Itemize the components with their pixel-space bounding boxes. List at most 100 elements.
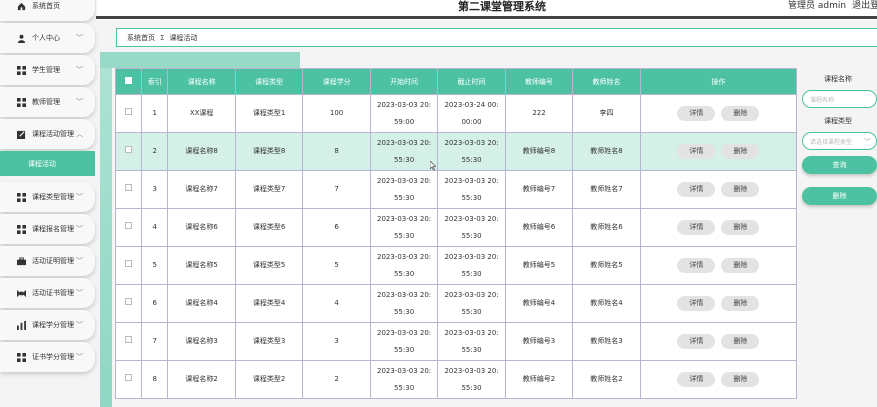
row-checkbox[interactable] (114, 94, 143, 133)
delete-button[interactable]: 删除 (721, 144, 760, 159)
cell-course-name: 课程名称5 (167, 246, 236, 285)
cell-course-type: 课程类型5 (234, 246, 304, 285)
select-all-checkbox[interactable] (114, 68, 143, 95)
chevron-down-icon: ﹀ (76, 289, 83, 297)
cell-index: 8 (141, 360, 169, 399)
bar-chart-icon (16, 320, 26, 330)
cell-index: 2 (141, 132, 169, 171)
query-button[interactable]: 查询 (802, 156, 877, 174)
sidebar-item-teachers[interactable]: 教师管理 ﹀ (0, 87, 95, 117)
row-checkbox[interactable] (114, 132, 143, 171)
cell-actions: 详情 删除 (639, 284, 798, 323)
sidebar-item-course-activities[interactable]: 课程活动管理 ︿ (0, 119, 95, 149)
decorative-band (100, 68, 112, 407)
column-header: 截止时间 (437, 68, 506, 95)
sidebar-item-course-enrollment[interactable]: 课程报名管理 ﹀ (0, 214, 95, 244)
sidebar-item-activity-certificate[interactable]: 活动证书管理 ﹀ (0, 278, 95, 308)
detail-button[interactable]: 详情 (677, 220, 716, 235)
cell-actions: 详情 删除 (639, 94, 798, 133)
sidebar-item-label: 系统首页 (32, 2, 60, 10)
delete-button[interactable]: 删除 (721, 334, 760, 349)
detail-button[interactable]: 详情 (677, 144, 716, 159)
cell-teacher-no: 教师编号7 (504, 170, 574, 209)
grid-icon (16, 65, 26, 75)
delete-button[interactable]: 删除 (721, 258, 760, 273)
cell-credit: 7 (302, 170, 371, 209)
course-activity-table: 索引 课程名称 课程类型 课程学分 开始时间 截止时间 教师编号 教师姓名 操作… (114, 68, 798, 399)
sidebar-item-course-types[interactable]: 课程类型管理 ﹀ (0, 182, 95, 212)
detail-button[interactable]: 详情 (677, 182, 716, 197)
detail-button[interactable]: 详情 (677, 372, 716, 387)
cell-teacher-no: 教师编号6 (504, 208, 574, 247)
row-checkbox[interactable] (114, 360, 143, 399)
cell-actions: 详情 删除 (639, 360, 798, 399)
end-clock: 55:30 (461, 345, 482, 354)
detail-button[interactable]: 详情 (677, 106, 716, 121)
edit-icon (16, 129, 26, 139)
query-button-label: 查询 (832, 161, 847, 169)
column-header: 课程类型 (234, 68, 304, 95)
delete-button[interactable]: 删除 (721, 372, 760, 387)
course-type-select[interactable]: 请选择课程类型 ﹀ (802, 132, 877, 150)
cell-teacher-name: 教师姓名7 (572, 170, 641, 209)
home-icon (16, 1, 26, 11)
start-date: 2023-03-03 20: (376, 176, 432, 185)
end-clock: 55:30 (461, 307, 482, 316)
detail-button[interactable]: 详情 (677, 258, 716, 273)
row-checkbox[interactable] (114, 246, 143, 285)
cell-teacher-no: 222 (504, 94, 574, 133)
cell-credit: 5 (302, 246, 371, 285)
cell-course-type: 课程类型1 (234, 94, 304, 133)
column-header: 课程学分 (302, 68, 371, 95)
end-clock: 55:30 (461, 383, 482, 392)
row-checkbox[interactable] (114, 208, 143, 247)
breadcrumb-home[interactable]: 系统首页 (127, 33, 155, 43)
cell-teacher-name: 李四 (572, 94, 641, 133)
cell-end-time: 2023-03-03 20: 55:30 (437, 208, 506, 247)
logout-link[interactable]: 退出登录 (852, 1, 877, 11)
delete-button[interactable]: 删除 (721, 220, 760, 235)
row-checkbox[interactable] (114, 284, 143, 323)
cell-course-name: 课程名称3 (167, 322, 236, 361)
row-checkbox[interactable] (114, 322, 143, 361)
sidebar-item-course-credits[interactable]: 课程学分管理 ﹀ (0, 310, 95, 340)
cell-end-time: 2023-03-03 20: 55:30 (437, 284, 506, 323)
table-row: 8 课程名称2 课程类型2 2 2023-03-03 20: 55:30 2023-03-0… (114, 360, 798, 399)
sidebar-item-certificate-credits[interactable]: 证书学分管理 ﹀ (0, 342, 95, 372)
cell-actions: 详情 删除 (639, 322, 798, 361)
sidebar-subitem-course-activity[interactable]: 课程活动 (0, 151, 95, 176)
detail-button[interactable]: 详情 (677, 334, 716, 349)
sidebar-item-activity-proof[interactable]: 活动证明管理 ﹀ (0, 246, 95, 276)
sidebar-item-label: 学生管理 (32, 66, 60, 74)
course-name-input[interactable]: 课程名称 (802, 90, 877, 108)
sidebar-item-students[interactable]: 学生管理 ﹀ (0, 55, 95, 85)
chevron-down-icon: ﹀ (76, 98, 83, 106)
chevron-down-icon: ﹀ (76, 321, 83, 329)
cell-teacher-name: 教师姓名2 (572, 360, 641, 399)
detail-button[interactable]: 详情 (677, 296, 716, 311)
end-clock: 55:30 (461, 269, 482, 278)
start-date: 2023-03-03 20: (376, 214, 432, 223)
end-date: 2023-03-03 20: (444, 290, 499, 299)
column-header: 课程名称 (167, 68, 236, 95)
cell-actions: 详情 删除 (639, 208, 798, 247)
delete-button[interactable]: 删除 (721, 182, 760, 197)
table-row: 7 课程名称3 课程类型3 3 2023-03-03 20: 55:30 2023-03-0… (114, 322, 798, 361)
sidebar: 系统首页 个人中心 ﹀ 学生管理 ﹀ 教师管理 ﹀ 课程活动管理 ︿ 课程活动 … (0, 0, 96, 407)
sidebar-item-profile[interactable]: 个人中心 ﹀ (0, 23, 95, 53)
sidebar-item-label: 活动证明管理 (32, 257, 74, 265)
cell-index: 4 (141, 208, 169, 247)
cell-actions: 详情 删除 (639, 132, 798, 171)
user-info: 管理员 admin 退出登录 (788, 0, 877, 13)
current-user: 管理员 admin (788, 1, 847, 11)
cell-index: 5 (141, 246, 169, 285)
start-clock: 55:30 (393, 231, 415, 240)
row-checkbox[interactable] (114, 170, 143, 209)
batch-delete-button[interactable]: 删除 (802, 187, 877, 205)
chevron-down-icon: ﹀ (76, 66, 83, 74)
sidebar-item-home[interactable]: 系统首页 (0, 0, 95, 21)
cell-course-name: 课程名称7 (167, 170, 236, 209)
delete-button[interactable]: 删除 (721, 296, 760, 311)
sidebar-item-label: 证书学分管理 (32, 353, 74, 361)
delete-button[interactable]: 删除 (721, 106, 760, 121)
